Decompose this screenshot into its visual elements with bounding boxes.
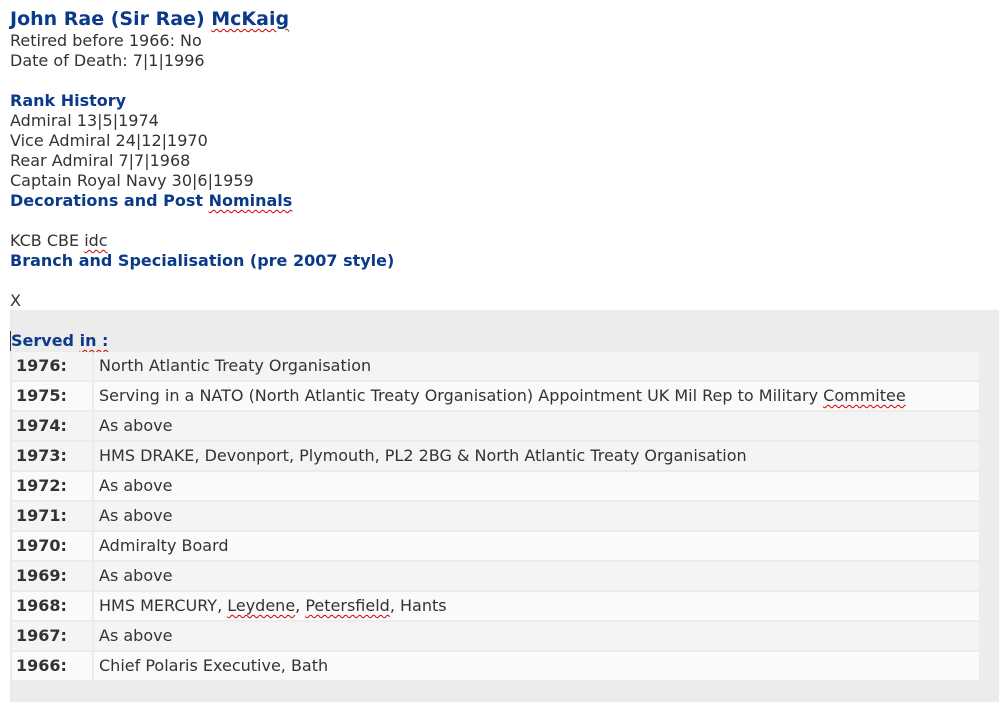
year-cell: 1976: xyxy=(12,352,92,380)
served-in-section: Served in : 1976: North Atlantic Treaty … xyxy=(10,310,999,702)
unit-cell: As above xyxy=(94,502,979,530)
unit-text: , xyxy=(295,596,306,615)
year-cell: 1969: xyxy=(12,562,92,590)
year-cell: 1975: xyxy=(12,382,92,410)
table-row: 1967: As above xyxy=(12,622,979,650)
unit-text-marked: Leydene xyxy=(227,596,296,615)
rank-item: Admiral 13|5|1974 xyxy=(10,111,159,130)
unit-text-marked: Petersfield xyxy=(305,596,390,615)
decorations-heading: Decorations and Post Nominals xyxy=(10,191,999,211)
unit-cell: As above xyxy=(94,472,979,500)
officer-record: John Rae (Sir Rae) McKaig Retired before… xyxy=(10,8,999,311)
served-in-label: Served in : xyxy=(10,331,108,351)
table-row: 1968: HMS MERCURY, Leydene, Petersfield,… xyxy=(12,592,979,620)
officer-surname: McKaig xyxy=(211,8,290,30)
branch-heading: Branch and Specialisation (pre 2007 styl… xyxy=(10,251,395,270)
year-cell: 1972: xyxy=(12,472,92,500)
served-in-label-text: Served xyxy=(11,331,80,350)
table-row: 1969: As above xyxy=(12,562,979,590)
table-row: 1971: As above xyxy=(12,502,979,530)
officer-name: John Rae (Sir Rae) McKaig xyxy=(10,8,999,31)
unit-cell: HMS MERCURY, Leydene, Petersfield, Hants xyxy=(94,592,979,620)
rank-item: Vice Admiral 24|12|1970 xyxy=(10,131,208,150)
year-cell: 1971: xyxy=(12,502,92,530)
unit-cell: Chief Polaris Executive, Bath xyxy=(94,652,979,680)
year-cell: 1966: xyxy=(12,652,92,680)
unit-text-marked: Commitee xyxy=(823,386,906,405)
officer-name-text: John Rae (Sir Rae) xyxy=(10,8,212,30)
unit-text: , Hants xyxy=(389,596,447,615)
year-cell: 1968: xyxy=(12,592,92,620)
year-cell: 1974: xyxy=(12,412,92,440)
table-row: 1974: As above xyxy=(12,412,979,440)
unit-cell: Serving in a NATO (North Atlantic Treaty… xyxy=(94,382,979,410)
table-row: 1975: Serving in a NATO (North Atlantic … xyxy=(12,382,979,410)
decorations-heading-marked: Nominals xyxy=(208,191,293,210)
served-in-label-marked: in : xyxy=(79,331,109,350)
rank-history-heading: Rank History xyxy=(10,91,127,110)
table-row: 1970: Admiralty Board xyxy=(12,532,979,560)
rank-item: Rear Admiral 7|7|1968 xyxy=(10,151,191,170)
table-row: 1966: Chief Polaris Executive, Bath xyxy=(12,652,979,680)
unit-cell: Admiralty Board xyxy=(94,532,979,560)
served-table: 1976: North Atlantic Treaty Organisation… xyxy=(12,352,979,682)
table-row: 1972: As above xyxy=(12,472,979,500)
decorations-heading-text: Decorations and Post xyxy=(10,191,209,210)
decorations-value: KCB CBE idc xyxy=(10,231,999,251)
unit-cell: HMS DRAKE, Devonport, Plymouth, PL2 2BG … xyxy=(94,442,979,470)
year-cell: 1967: xyxy=(12,622,92,650)
table-row: 1976: North Atlantic Treaty Organisation xyxy=(12,352,979,380)
unit-cell: As above xyxy=(94,412,979,440)
date-of-death: Date of Death: 7|1|1996 xyxy=(10,51,205,70)
unit-text: Serving in a NATO (North Atlantic Treaty… xyxy=(99,386,824,405)
unit-text: HMS MERCURY, xyxy=(99,596,228,615)
year-cell: 1970: xyxy=(12,532,92,560)
unit-cell: As above xyxy=(94,562,979,590)
branch-value: X xyxy=(10,291,21,310)
table-row: 1973: HMS DRAKE, Devonport, Plymouth, PL… xyxy=(12,442,979,470)
rank-item: Captain Royal Navy 30|6|1959 xyxy=(10,171,254,190)
year-cell: 1973: xyxy=(12,442,92,470)
decorations-value-text: KCB CBE xyxy=(10,231,85,250)
unit-cell: North Atlantic Treaty Organisation xyxy=(94,352,979,380)
decorations-value-marked: idc xyxy=(84,231,108,250)
retired-status: Retired before 1966: No xyxy=(10,31,202,50)
unit-cell: As above xyxy=(94,622,979,650)
